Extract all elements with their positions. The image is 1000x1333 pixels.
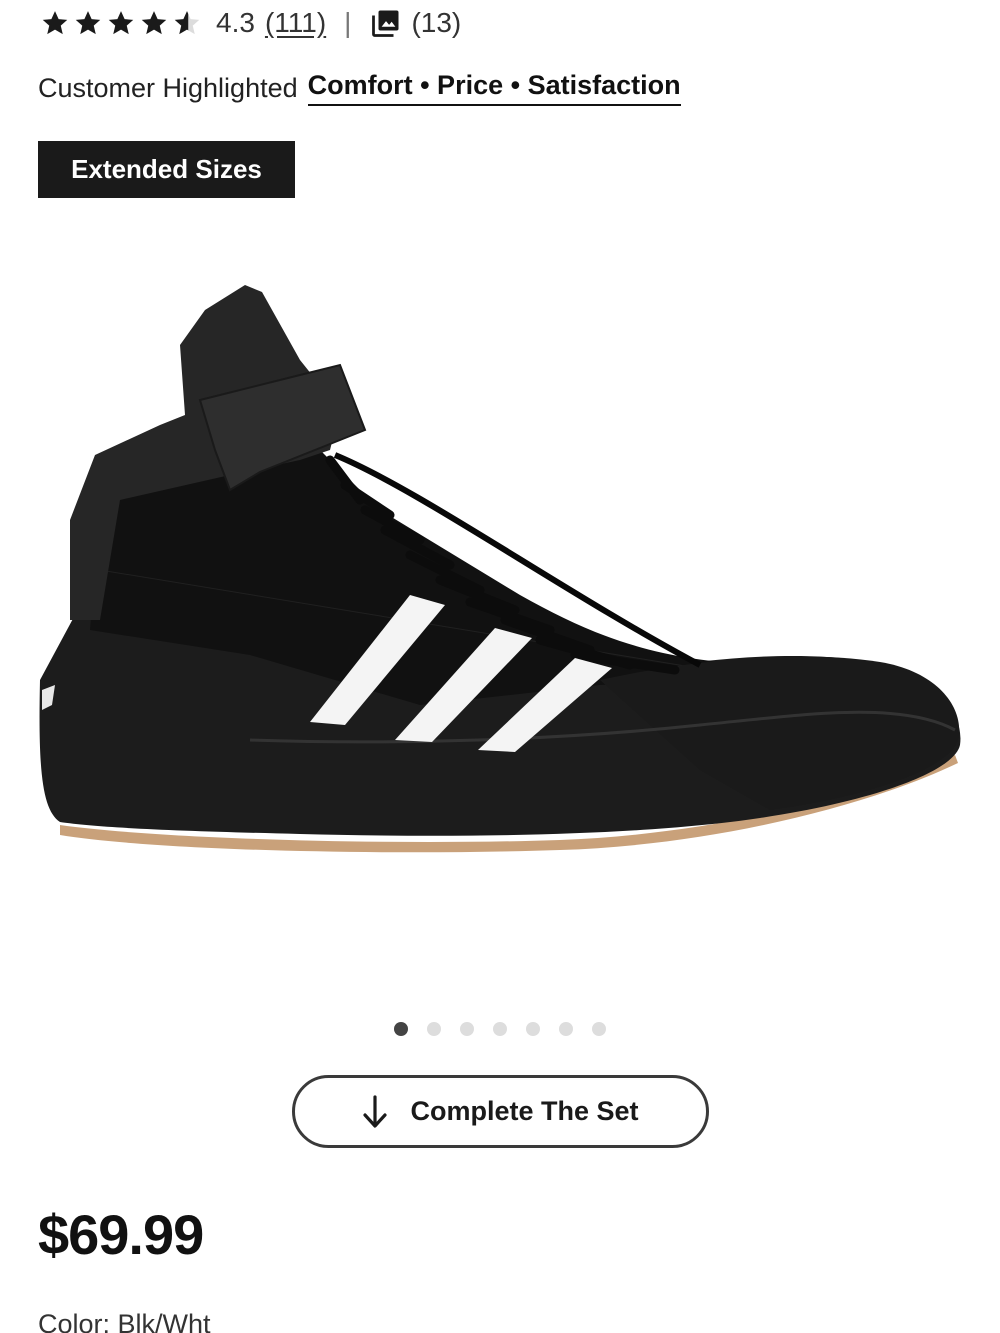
divider: | [344, 7, 352, 38]
carousel-dot[interactable] [526, 1022, 540, 1036]
highlights-links[interactable]: Comfort • Price • Satisfaction [307, 70, 681, 106]
carousel-dot[interactable] [427, 1022, 441, 1036]
photo-count[interactable]: (13) [411, 7, 461, 39]
product-image[interactable] [0, 210, 1000, 1000]
star-icon [141, 11, 167, 35]
star-icon [75, 11, 101, 35]
carousel-dot[interactable] [559, 1022, 573, 1036]
star-rating[interactable] [40, 8, 202, 38]
carousel-dot[interactable] [592, 1022, 606, 1036]
star-icon [42, 11, 68, 35]
extended-sizes-badge: Extended Sizes [38, 141, 295, 198]
review-count-link[interactable]: (111) [265, 7, 326, 39]
star-icon [108, 11, 134, 35]
color-text: Color: Blk/Wht [38, 1309, 211, 1333]
carousel-dot[interactable] [493, 1022, 507, 1036]
customer-highlights: Customer Highlighted Comfort • Price • S… [38, 66, 681, 110]
highlights-label: Customer Highlighted [38, 72, 298, 103]
carousel-dot[interactable] [394, 1022, 408, 1036]
rating-row: 4.3 (111) | (13) [40, 2, 461, 44]
photo-gallery-icon[interactable] [371, 8, 401, 38]
arrow-down-icon [363, 1094, 388, 1128]
carousel-dot[interactable] [460, 1022, 474, 1036]
product-page: 4.3 (111) | (13) Customer Highlighted Co… [0, 0, 1000, 1333]
rating-value: 4.3 [216, 7, 255, 38]
complete-the-set-button[interactable]: Complete The Set [292, 1075, 709, 1148]
product-price: $69.99 [38, 1203, 204, 1266]
complete-the-set-label: Complete The Set [410, 1096, 639, 1126]
star-half-icon [174, 11, 200, 35]
image-carousel-dots [0, 1022, 1000, 1036]
color-selector-label: Color: Blk/Wht [38, 1306, 538, 1333]
